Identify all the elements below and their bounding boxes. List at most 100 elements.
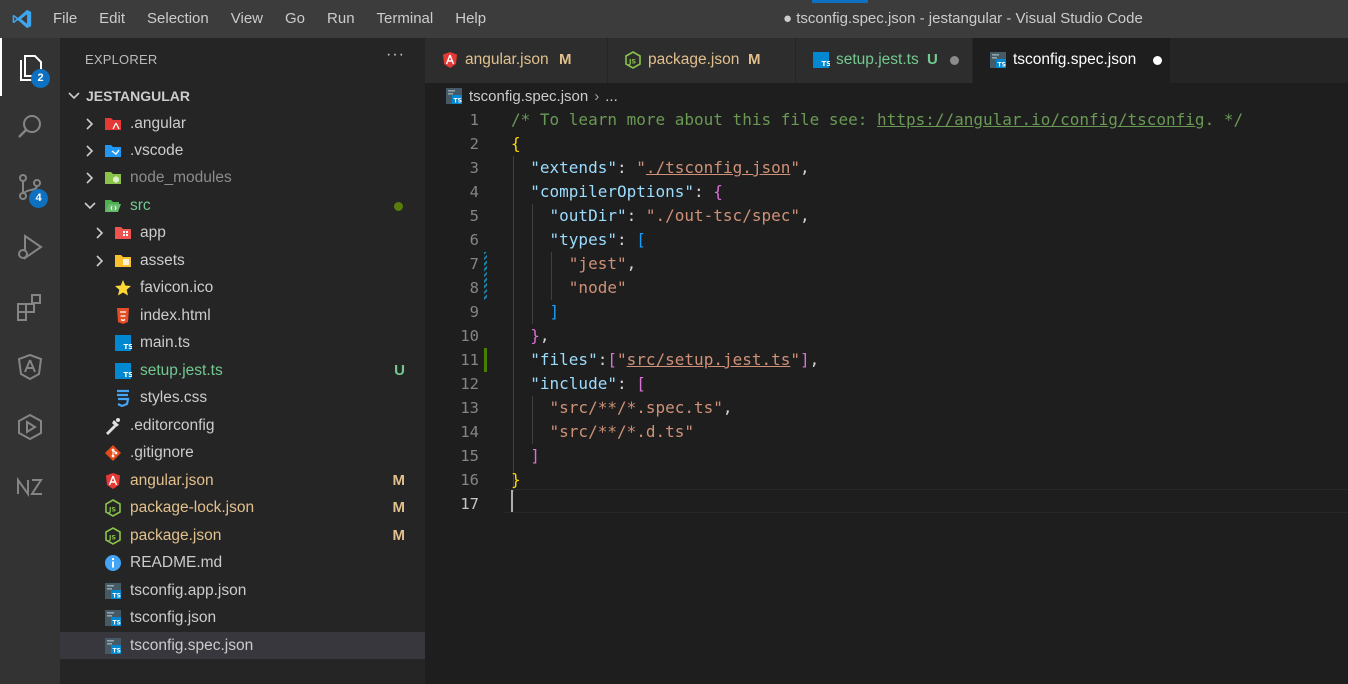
tree-item-setup-jest-ts[interactable]: TS setup.jest.ts U xyxy=(60,357,425,384)
tree-item-readme[interactable]: README.md xyxy=(60,549,425,576)
tab-label: package.json xyxy=(648,51,740,68)
svg-text:JS: JS xyxy=(108,534,116,542)
angular-file-icon xyxy=(106,473,120,489)
explorer-badge: 2 xyxy=(31,69,50,88)
line-number: 6 xyxy=(469,231,479,249)
tab-package-json[interactable]: JS package.json M xyxy=(608,38,796,83)
tree-item-label: .vscode xyxy=(130,142,184,159)
line-number: 5 xyxy=(469,207,479,225)
activity-run-debug[interactable] xyxy=(0,218,60,276)
string-token: " xyxy=(616,350,627,369)
tree-item-tsconfig-app-json[interactable]: TS tsconfig.app.json xyxy=(60,577,425,604)
activity-angular[interactable] xyxy=(0,338,60,396)
code-editor[interactable]: 1 /* To learn more about this file see: … xyxy=(425,108,1348,684)
tree-item-app-folder[interactable]: app xyxy=(60,219,425,246)
workspace-root[interactable]: JESTANGULAR xyxy=(60,86,425,108)
tree-item-package-lock-json[interactable]: JS package-lock.json M xyxy=(60,494,425,521)
tab-tsconfig-spec-json[interactable]: TS tsconfig.spec.json xyxy=(973,38,1171,83)
tree-item-label: favicon.ico xyxy=(140,279,214,296)
chevron-down-icon xyxy=(68,92,80,100)
tab-setup-jest-ts[interactable]: TS setup.jest.ts U xyxy=(796,38,973,83)
tree-item-tsconfig-json[interactable]: TS tsconfig.json xyxy=(60,604,425,631)
activity-explorer[interactable]: 2 xyxy=(0,38,60,96)
typescript-icon: TS xyxy=(115,363,132,379)
punct-token: : xyxy=(616,230,637,249)
menu-go[interactable]: Go xyxy=(274,0,316,38)
activity-nx[interactable] xyxy=(0,458,60,516)
line-number: 13 xyxy=(460,399,479,417)
activity-source-control[interactable]: 4 xyxy=(0,158,60,216)
tree-item-tsconfig-spec-json[interactable]: TS tsconfig.spec.json xyxy=(60,632,425,659)
activity-remote[interactable] xyxy=(0,398,60,456)
line-content: "src/**/*.spec.ts", xyxy=(511,396,733,420)
tree-item-node-modules-folder[interactable]: node_modules xyxy=(60,164,425,191)
string-token: "jest" xyxy=(568,254,627,273)
tree-item-favicon[interactable]: favicon.ico xyxy=(60,274,425,301)
bracket-token: { xyxy=(713,182,723,201)
line-content: "src/**/*.d.ts" xyxy=(511,420,695,444)
menu-edit[interactable]: Edit xyxy=(88,0,136,38)
tree-item-editorconfig[interactable]: .editorconfig xyxy=(60,412,425,439)
menu-selection[interactable]: Selection xyxy=(136,0,220,38)
vscode-logo-icon[interactable] xyxy=(10,8,34,30)
svg-text:JS: JS xyxy=(108,506,116,514)
menu-run[interactable]: Run xyxy=(316,0,366,38)
tree-item-label: app xyxy=(140,224,166,241)
string-token: " xyxy=(790,350,801,369)
line-content: "files":["src/setup.jest.ts"], xyxy=(511,348,819,372)
unsaved-dot-close-button[interactable] xyxy=(1153,56,1162,65)
tree-item-styles-css[interactable]: styles.css xyxy=(60,384,425,411)
menu-view[interactable]: View xyxy=(220,0,274,38)
tree-item-angular-folder[interactable]: .angular xyxy=(60,110,425,137)
modified-status: M xyxy=(392,527,406,544)
chevron-right-icon xyxy=(86,172,94,184)
tree-item-label: styles.css xyxy=(140,389,208,406)
punct-token: : xyxy=(626,206,646,225)
tree-item-src-folder[interactable]: src xyxy=(60,192,425,219)
more-actions-button[interactable]: ··· xyxy=(386,46,405,64)
menu-bar: File Edit Selection View Go Run Terminal… xyxy=(42,0,497,38)
nodejs-icon: JS xyxy=(105,499,121,517)
breadcrumb-file[interactable]: tsconfig.spec.json xyxy=(469,88,588,105)
tree-item-package-json[interactable]: JS package.json M xyxy=(60,522,425,549)
tree-item-index-html[interactable]: index.html xyxy=(60,302,425,329)
chevron-right-icon xyxy=(96,255,104,267)
menu-help[interactable]: Help xyxy=(444,0,497,38)
line-number: 3 xyxy=(469,159,479,177)
comment-token: /* To learn more about this file see: xyxy=(511,110,878,129)
tree-item-vscode-folder[interactable]: .vscode xyxy=(60,137,425,164)
chevron-right-icon xyxy=(86,118,94,130)
line-content: "extends": "./tsconfig.json", xyxy=(511,156,810,180)
breadcrumb-more[interactable]: ... xyxy=(605,88,618,105)
code-line: 10 }, xyxy=(425,324,1348,348)
workspace-root-label: JESTANGULAR xyxy=(86,88,190,104)
line-number: 8 xyxy=(469,279,479,297)
punct-token: : xyxy=(597,350,608,369)
source-control-badge: 4 xyxy=(29,189,48,208)
string-link[interactable]: ./tsconfig.json xyxy=(646,158,791,177)
menu-file[interactable]: File xyxy=(42,0,88,38)
search-icon xyxy=(18,115,41,138)
tree-item-assets-folder[interactable]: assets xyxy=(60,247,425,274)
modified-status: M xyxy=(392,499,406,516)
tab-close-button[interactable] xyxy=(950,56,959,65)
string-token: " xyxy=(636,158,646,177)
bracket-token: ] xyxy=(530,446,540,465)
tree-item-gitignore[interactable]: .gitignore xyxy=(60,439,425,466)
punct-token: , xyxy=(800,158,810,177)
tree-item-main-ts[interactable]: TS main.ts xyxy=(60,329,425,356)
comment-link[interactable]: https://angular.io/config/tsconfig xyxy=(877,110,1205,129)
tab-label: setup.jest.ts xyxy=(836,51,919,68)
info-icon xyxy=(105,555,121,571)
tree-item-label: package.json xyxy=(130,527,222,544)
chevron-right-icon xyxy=(96,227,104,239)
activity-search[interactable] xyxy=(0,98,60,156)
menu-terminal[interactable]: Terminal xyxy=(366,0,445,38)
tree-item-angular-json[interactable]: angular.json M xyxy=(60,467,425,494)
tab-angular-json[interactable]: angular.json M xyxy=(425,38,608,83)
activity-bar: 2 4 xyxy=(0,38,60,684)
line-content: "include": [ xyxy=(511,372,646,396)
tree-item-label: main.ts xyxy=(140,334,190,351)
activity-extensions[interactable] xyxy=(0,278,60,336)
string-link[interactable]: src/setup.jest.ts xyxy=(627,350,791,369)
